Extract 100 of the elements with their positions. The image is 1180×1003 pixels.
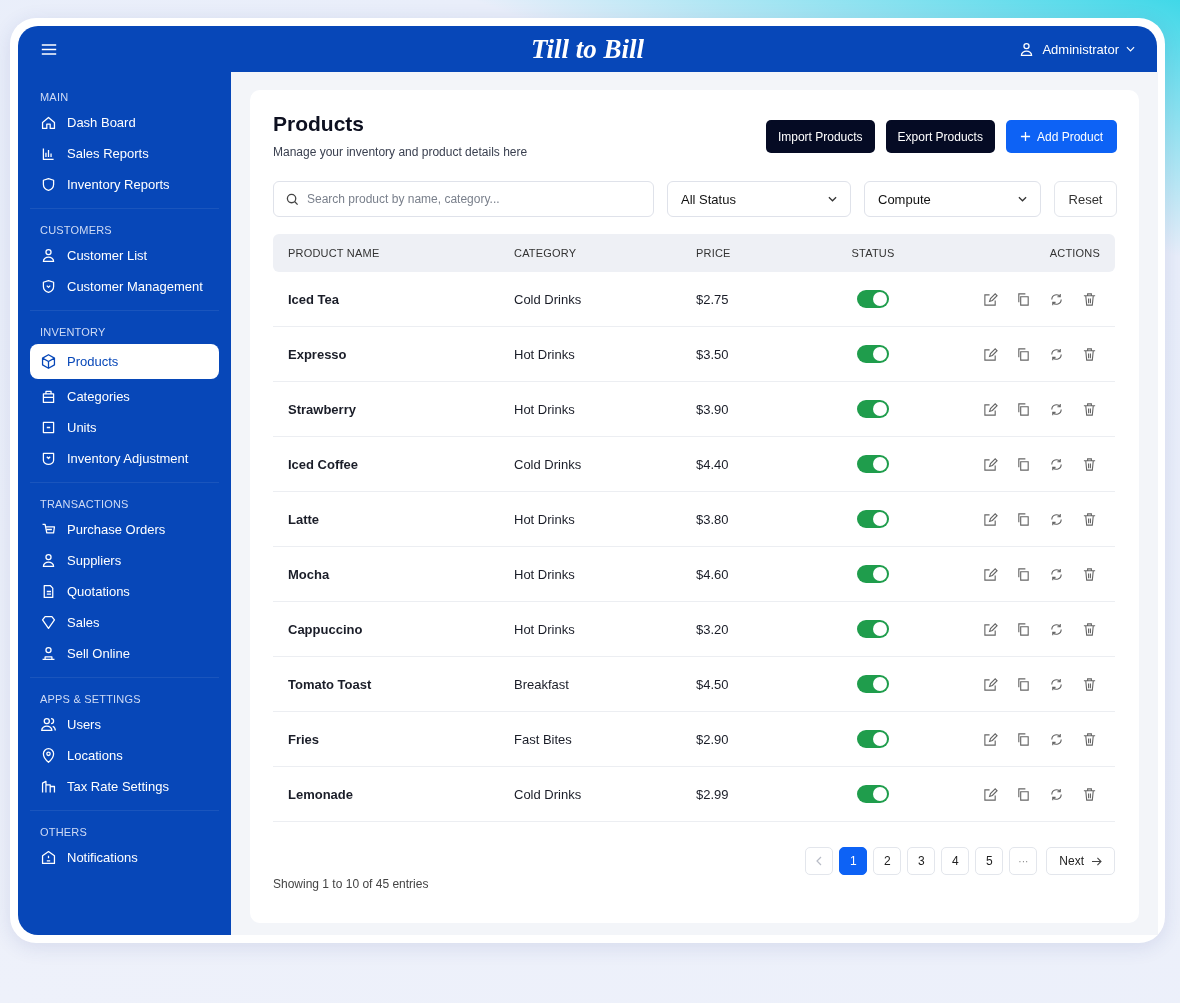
trash-icon[interactable] [1082, 291, 1097, 307]
status-toggle[interactable] [857, 510, 889, 528]
refresh-icon[interactable] [1049, 676, 1064, 692]
box-icon [40, 353, 57, 370]
sidebar-item[interactable]: Products [30, 344, 219, 379]
table-cell-text: $3.20 [696, 621, 730, 637]
sidebar-item[interactable]: Dash Board [30, 107, 219, 138]
copy-icon[interactable] [1016, 621, 1031, 637]
table-cell-text: $3.80 [696, 511, 730, 527]
refresh-icon[interactable] [1049, 291, 1064, 307]
menu-icon[interactable] [40, 41, 58, 57]
copy-icon[interactable] [1016, 511, 1031, 527]
trash-icon[interactable] [1082, 346, 1097, 362]
column-header: ACTIONS [1048, 247, 1100, 259]
edit-icon[interactable] [983, 456, 998, 472]
copy-icon[interactable] [1016, 401, 1031, 417]
sidebar-item[interactable]: Notifications [30, 842, 219, 873]
sidebar-item[interactable]: Inventory Reports [30, 169, 219, 200]
refresh-icon[interactable] [1049, 621, 1064, 637]
trash-icon[interactable] [1082, 676, 1097, 692]
refresh-icon[interactable] [1049, 566, 1064, 582]
section-heading: CUSTOMERS [39, 223, 113, 238]
edit-icon[interactable] [983, 511, 998, 527]
action-button[interactable]: Import Products [765, 120, 875, 153]
arrow-right-icon [1091, 856, 1102, 866]
trash-icon[interactable] [1082, 456, 1097, 472]
next-page-button[interactable]: Next [1046, 847, 1115, 875]
copy-icon[interactable] [1016, 786, 1031, 802]
copy-icon[interactable] [1016, 291, 1031, 307]
page-button[interactable]: 3 [907, 847, 936, 875]
sidebar-item[interactable]: Customer Management [30, 271, 219, 302]
edit-icon[interactable] [983, 731, 998, 747]
sidebar-item[interactable]: Quotations [30, 576, 219, 607]
copy-icon[interactable] [1016, 566, 1031, 582]
refresh-icon[interactable] [1049, 346, 1064, 362]
section-heading: INVENTORY [39, 325, 107, 340]
copy-icon[interactable] [1016, 346, 1031, 362]
shield-icon [40, 278, 57, 295]
chart-icon [40, 145, 57, 162]
status-toggle[interactable] [857, 620, 889, 638]
status-toggle[interactable] [857, 345, 889, 363]
edit-icon[interactable] [983, 346, 998, 362]
status-toggle[interactable] [857, 730, 889, 748]
table-cell-text: Tomato Toast [288, 676, 373, 692]
sidebar-item[interactable]: Sales [30, 607, 219, 638]
trash-icon[interactable] [1082, 731, 1097, 747]
edit-icon[interactable] [983, 291, 998, 307]
home-icon [40, 114, 57, 131]
trash-icon[interactable] [1082, 621, 1097, 637]
status-toggle[interactable] [857, 565, 889, 583]
status-toggle[interactable] [857, 290, 889, 308]
reset-button[interactable]: Reset [1054, 181, 1117, 217]
action-button[interactable]: Export Products [885, 120, 995, 153]
refresh-icon[interactable] [1049, 401, 1064, 417]
table-cell-text: $3.90 [696, 401, 730, 417]
sidebar-item[interactable]: Suppliers [30, 545, 219, 576]
refresh-icon[interactable] [1049, 511, 1064, 527]
category-dropdown[interactable]: Compute [864, 181, 1041, 217]
edit-icon[interactable] [983, 621, 998, 637]
sidebar-item[interactable]: Purchase Orders [30, 514, 219, 545]
trash-icon[interactable] [1082, 511, 1097, 527]
trash-icon[interactable] [1082, 401, 1097, 417]
copy-icon[interactable] [1016, 731, 1031, 747]
search-field[interactable]: Search product by name, category... [273, 181, 654, 217]
edit-icon[interactable] [983, 676, 998, 692]
copy-icon[interactable] [1016, 456, 1031, 472]
table-cell-text: $4.40 [696, 456, 730, 472]
status-toggle[interactable] [857, 400, 889, 418]
sidebar-item[interactable]: Categories [30, 381, 219, 412]
status-dropdown[interactable]: All Status [667, 181, 851, 217]
trash-icon[interactable] [1082, 566, 1097, 582]
chevron-down-icon [828, 196, 837, 202]
sidebar-item[interactable]: Units [30, 412, 219, 443]
edit-icon[interactable] [983, 786, 998, 802]
page-subtitle: Manage your inventory and product details here [273, 145, 528, 159]
user-menu[interactable]: Administrator [1018, 40, 1135, 58]
pagination-ellipsis: ··· [1009, 847, 1038, 875]
page-button[interactable]: 1 [839, 847, 868, 875]
status-toggle[interactable] [857, 785, 889, 803]
sidebar-item[interactable]: Users [30, 709, 219, 740]
page-button[interactable]: 4 [941, 847, 970, 875]
trash-icon[interactable] [1082, 786, 1097, 802]
status-toggle[interactable] [857, 675, 889, 693]
sidebar-item[interactable]: Sales Reports [30, 138, 219, 169]
add-button[interactable]: Add Product [1005, 120, 1117, 153]
refresh-icon[interactable] [1049, 456, 1064, 472]
refresh-icon[interactable] [1049, 731, 1064, 747]
sidebar-item[interactable]: Sell Online [30, 638, 219, 669]
sidebar-item[interactable]: Tax Rate Settings [30, 771, 219, 802]
edit-icon[interactable] [983, 401, 998, 417]
sidebar-item[interactable]: Inventory Adjustment [30, 443, 219, 474]
page-button[interactable]: 5 [975, 847, 1004, 875]
sidebar-item[interactable]: Locations [30, 740, 219, 771]
page-button[interactable]: 2 [873, 847, 902, 875]
refresh-icon[interactable] [1049, 786, 1064, 802]
chevron-down-icon [1018, 196, 1027, 202]
copy-icon[interactable] [1016, 676, 1031, 692]
sidebar-item[interactable]: Customer List [30, 240, 219, 271]
edit-icon[interactable] [983, 566, 998, 582]
status-toggle[interactable] [857, 455, 889, 473]
